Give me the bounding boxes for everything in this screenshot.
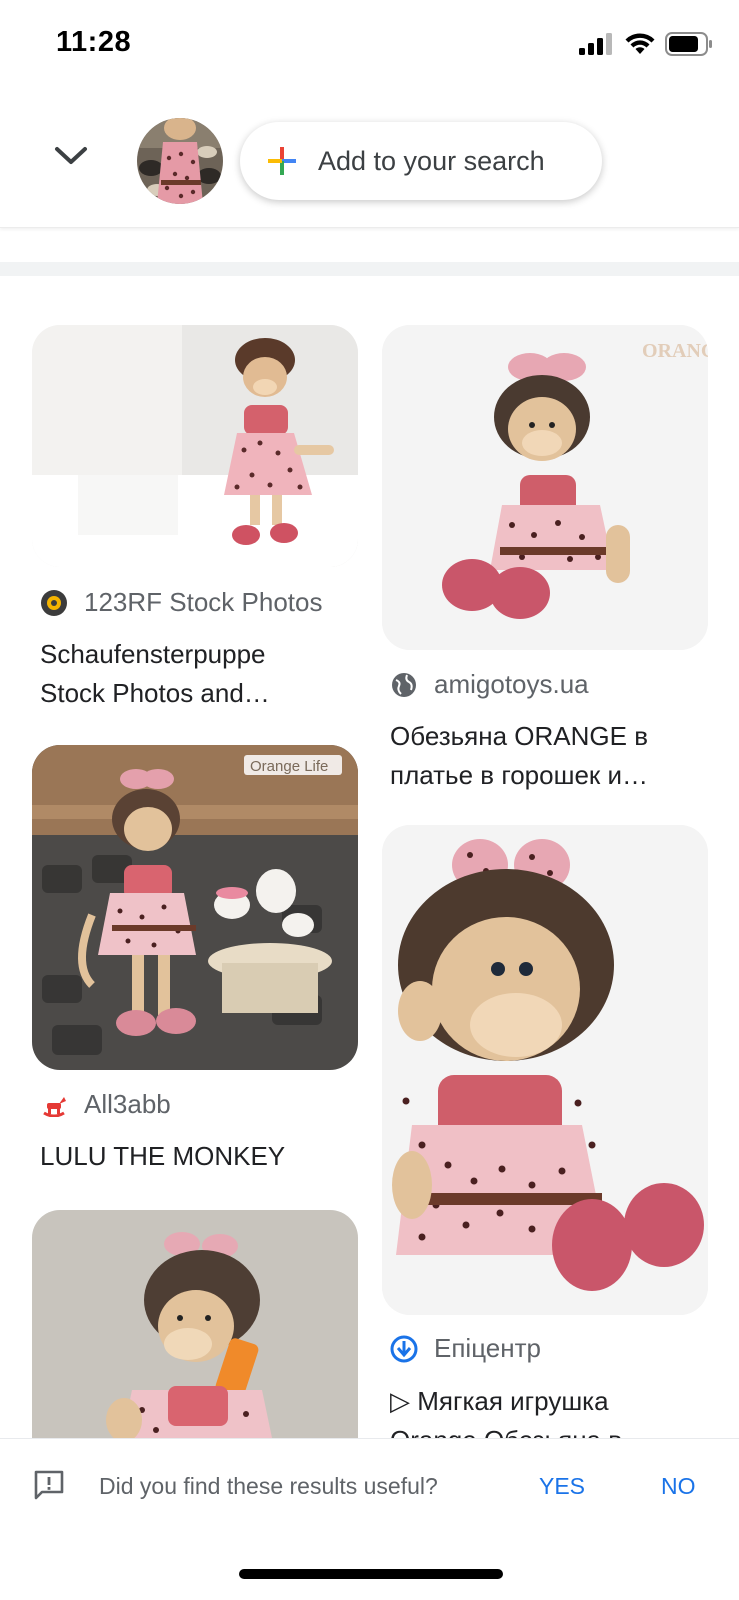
status-time: 11:28: [56, 26, 132, 58]
orange-toys-watermark: ORANGE: [642, 340, 708, 362]
collapse-button[interactable]: [50, 140, 92, 172]
search-header: Add to your search: [0, 92, 739, 228]
result-card[interactable]: [32, 1210, 358, 1510]
result-source[interactable]: Епіцентр: [390, 1333, 541, 1364]
status-icons: [579, 32, 713, 56]
add-to-search-button[interactable]: Add to your search: [240, 122, 602, 200]
result-source-label: Епіцентр: [434, 1333, 541, 1363]
result-source-label: amigotoys.ua: [434, 669, 589, 699]
globe-icon: [390, 671, 418, 699]
query-image-thumbnail[interactable]: [137, 118, 223, 204]
chevron-down-icon: [55, 147, 87, 164]
result-title[interactable]: Schaufensterpuppe Stock Photos and…: [40, 635, 358, 713]
feedback-no-button[interactable]: NO: [661, 1473, 696, 1500]
add-to-search-label: Add to your search: [318, 145, 545, 176]
123rf-icon: [40, 589, 68, 617]
result-title[interactable]: ▷ Мягкая игрушка Orange Обезьяна в: [390, 1382, 708, 1438]
result-title[interactable]: LULU THE MONKEY: [40, 1137, 358, 1176]
feedback-question: Did you find these results useful?: [99, 1473, 438, 1499]
result-source[interactable]: 123RF Stock Photos: [40, 587, 322, 618]
result-image[interactable]: [382, 825, 708, 1315]
battery-icon: [665, 32, 712, 56]
result-card[interactable]: ORANGE amigotoys.ua Обезьяна ORANGE в пл…: [382, 325, 708, 795]
result-card[interactable]: 123RF Stock Photos Schaufensterpuppe Sto…: [32, 325, 358, 715]
result-title[interactable]: Обезьяна ORANGE в платье в горошек и…: [390, 717, 708, 795]
result-card[interactable]: Orange Life All3abb LULU THE MONKEY: [32, 745, 358, 1175]
epicentr-icon: [390, 1335, 418, 1363]
result-card[interactable]: Епіцентр ▷ Мягкая игрушка Orange Обезьян…: [382, 825, 708, 1438]
wifi-icon: [625, 33, 655, 54]
result-image[interactable]: [32, 325, 358, 567]
result-source[interactable]: All3abb: [40, 1089, 171, 1120]
signal-icon: [579, 33, 612, 55]
feedback-bar: Did you find these results useful? YES N…: [0, 1438, 739, 1600]
result-source-label: All3abb: [84, 1089, 171, 1119]
feedback-icon: [33, 1469, 65, 1506]
result-image[interactable]: Orange Life: [32, 745, 358, 1070]
orange-life-watermark: Orange Life: [250, 758, 328, 775]
result-source-label: 123RF Stock Photos: [84, 587, 323, 617]
result-source[interactable]: amigotoys.ua: [390, 669, 589, 700]
result-image[interactable]: ORANGE: [382, 325, 708, 650]
plus-icon: [268, 147, 296, 175]
home-indicator[interactable]: [239, 1569, 503, 1579]
feedback-yes-button[interactable]: YES: [539, 1473, 585, 1500]
section-divider: [0, 262, 739, 276]
status-bar: 11:28: [0, 0, 739, 92]
rocking-horse-icon: [40, 1091, 68, 1119]
